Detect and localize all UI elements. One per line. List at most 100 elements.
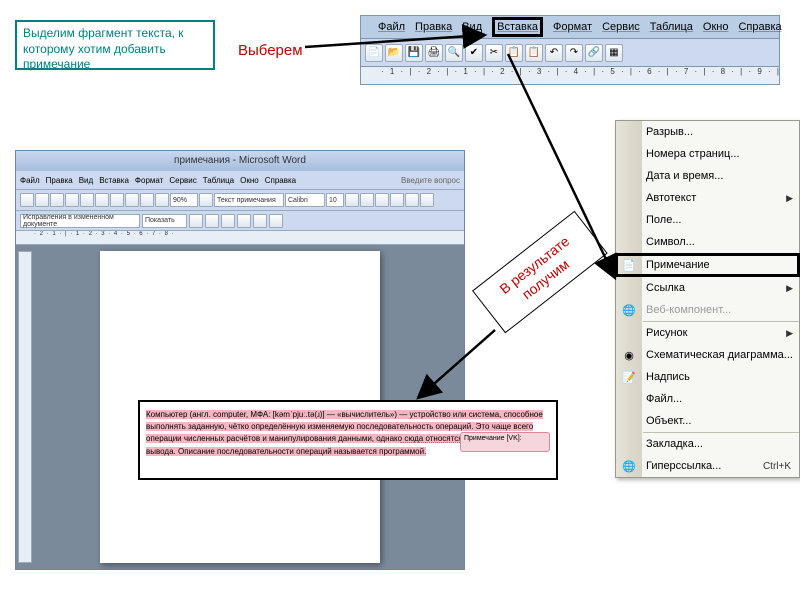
undo-icon[interactable]: ↶	[545, 44, 563, 62]
cut-icon[interactable]: ✂	[485, 44, 503, 62]
mini-menu-table[interactable]: Таблица	[203, 176, 234, 185]
mini-preview-icon[interactable]	[80, 193, 94, 207]
menu-view[interactable]: Вид	[462, 21, 482, 33]
dropdown-item-19[interactable]: 🌐Гиперссылка...Ctrl+K	[616, 455, 799, 477]
word-ruler: · 2 · 1 · | · 1 · 2 · 3 · 4 · 5 · 6 · 7 …	[16, 231, 464, 245]
dropdown-item-14[interactable]: 📝Надпись	[616, 366, 799, 388]
link-icon[interactable]: 🔗	[585, 44, 603, 62]
dropdown-item-label: Рисунок	[646, 327, 688, 339]
dropdown-item-3[interactable]: Автотекст▶	[616, 187, 799, 209]
dropdown-item-9[interactable]: Ссылка▶	[616, 277, 799, 299]
dropdown-item-16[interactable]: Объект...	[616, 410, 799, 432]
insert-dropdown: Разрыв... Номера страниц...Дата и время..…	[615, 120, 800, 478]
new-icon[interactable]: 📄	[365, 44, 383, 62]
menu-edit[interactable]: Правка	[415, 21, 452, 33]
result-box: Компьютер (англ. computer, МФА: [kəmˈpju…	[138, 400, 558, 480]
track-changes-field[interactable]: Исправления в измененном документе	[20, 214, 140, 228]
mini-menu-format[interactable]: Формат	[135, 176, 163, 185]
redo-icon[interactable]: ↷	[565, 44, 583, 62]
submenu-arrow-icon: ▶	[786, 283, 793, 294]
dropdown-item-label: Разрыв...	[646, 126, 693, 138]
mini-menu-tools[interactable]: Сервис	[169, 176, 196, 185]
mini-open-icon[interactable]	[35, 193, 49, 207]
mini-menu-edit[interactable]: Правка	[46, 176, 73, 185]
dropdown-item-15[interactable]: Файл...	[616, 388, 799, 410]
mini-undo-icon[interactable]	[140, 193, 154, 207]
mini-menu-help[interactable]: Справка	[265, 176, 296, 185]
bold-icon[interactable]	[345, 193, 359, 207]
word-mini-menu: Файл Правка Вид Вставка Формат Сервис Та…	[16, 171, 464, 189]
dropdown-item-2[interactable]: Дата и время...	[616, 165, 799, 187]
mini-help-icon[interactable]	[199, 193, 213, 207]
mini-new-icon[interactable]	[20, 193, 34, 207]
dropdown-item-1[interactable]: Номера страниц...	[616, 143, 799, 165]
vertical-ruler	[18, 251, 32, 563]
dropdown-item-10: 🌐Веб-компонент...	[616, 299, 799, 321]
dropdown-item-13[interactable]: ◉Схематическая диаграмма...	[616, 344, 799, 366]
size-field[interactable]: 10	[326, 193, 344, 207]
menu-table[interactable]: Таблица	[650, 21, 693, 33]
font-field[interactable]: Calibri	[285, 193, 325, 207]
print-icon[interactable]: 🖨	[425, 44, 443, 62]
table-icon[interactable]: ▦	[605, 44, 623, 62]
comment-label: Примечание [VK]:	[464, 435, 522, 442]
spell-icon[interactable]: ✔	[465, 44, 483, 62]
dropdown-item-label: Примечание	[646, 259, 710, 271]
word-title: примечания - Microsoft Word	[16, 151, 464, 171]
preview-icon[interactable]: 🔍	[445, 44, 463, 62]
mini-menu-window[interactable]: Окно	[240, 176, 259, 185]
mini-copy-icon[interactable]	[110, 193, 124, 207]
mini-menu-view[interactable]: Вид	[79, 176, 93, 185]
save-icon[interactable]: 💾	[405, 44, 423, 62]
dropdown-item-18[interactable]: Закладка...	[616, 433, 799, 455]
mini-menu-file[interactable]: Файл	[20, 176, 40, 185]
show-field[interactable]: Показать	[142, 214, 187, 228]
menu-format[interactable]: Формат	[553, 21, 592, 33]
align-right-icon[interactable]	[420, 193, 434, 207]
result-label-text: В результате получим	[496, 233, 572, 303]
zoom-field[interactable]: 90%	[170, 193, 198, 207]
mini-menu-insert[interactable]: Вставка	[99, 176, 129, 185]
mini-print-icon[interactable]	[65, 193, 79, 207]
style-field[interactable]: Текст примечания	[214, 193, 284, 207]
mini-cut-icon[interactable]	[95, 193, 109, 207]
mini-redo-icon[interactable]	[155, 193, 169, 207]
dropdown-item-label: Надпись	[646, 371, 690, 383]
menu-tools[interactable]: Сервис	[602, 21, 640, 33]
dropdown-shortcut: Ctrl+K	[763, 461, 791, 472]
underline-icon[interactable]	[375, 193, 389, 207]
next-change-icon[interactable]	[205, 214, 219, 228]
dropdown-item-icon: ◉	[621, 347, 637, 363]
align-left-icon[interactable]	[390, 193, 404, 207]
accept-icon[interactable]	[221, 214, 235, 228]
open-icon[interactable]: 📂	[385, 44, 403, 62]
word-toolbar-2: Исправления в измененном документе Показ…	[16, 211, 464, 231]
dropdown-item-label: Веб-компонент...	[646, 304, 731, 316]
dropdown-item-4[interactable]: Поле...	[616, 209, 799, 231]
dropdown-item-7[interactable]: 📄 Примечание	[616, 254, 799, 276]
prev-change-icon[interactable]	[189, 214, 203, 228]
highlight-icon[interactable]	[269, 214, 283, 228]
italic-icon[interactable]	[360, 193, 374, 207]
paste-icon[interactable]: 📋	[525, 44, 543, 62]
ruler-top: · 1 · | · 2 · | · 1 · | · 2 · | · 3 · | …	[360, 67, 780, 85]
dropdown-item-0[interactable]: Разрыв...	[616, 121, 799, 143]
dropdown-item-12[interactable]: Рисунок▶	[616, 322, 799, 344]
menu-window[interactable]: Окно	[703, 21, 729, 33]
menu-help[interactable]: Справка	[738, 21, 781, 33]
align-center-icon[interactable]	[405, 193, 419, 207]
menu-file[interactable]: Файл	[378, 21, 405, 33]
menu-insert-highlighted[interactable]: Вставка	[492, 17, 543, 37]
mini-save-icon[interactable]	[50, 193, 64, 207]
comment-balloon[interactable]: Примечание [VK]:	[460, 432, 550, 452]
reject-icon[interactable]	[237, 214, 251, 228]
mini-paste-icon[interactable]	[125, 193, 139, 207]
comment-icon[interactable]	[253, 214, 267, 228]
ask-question-field[interactable]: Введите вопрос	[401, 176, 460, 185]
dropdown-item-label: Гиперссылка...	[646, 460, 721, 472]
dropdown-item-5[interactable]: Символ...	[616, 231, 799, 253]
word-menubar: Файл Правка Вид Вставка Формат Сервис Та…	[360, 15, 780, 39]
dropdown-item-label: Файл...	[646, 393, 682, 405]
dropdown-item-icon: 📄	[621, 257, 637, 273]
copy-icon[interactable]: 📋	[505, 44, 523, 62]
